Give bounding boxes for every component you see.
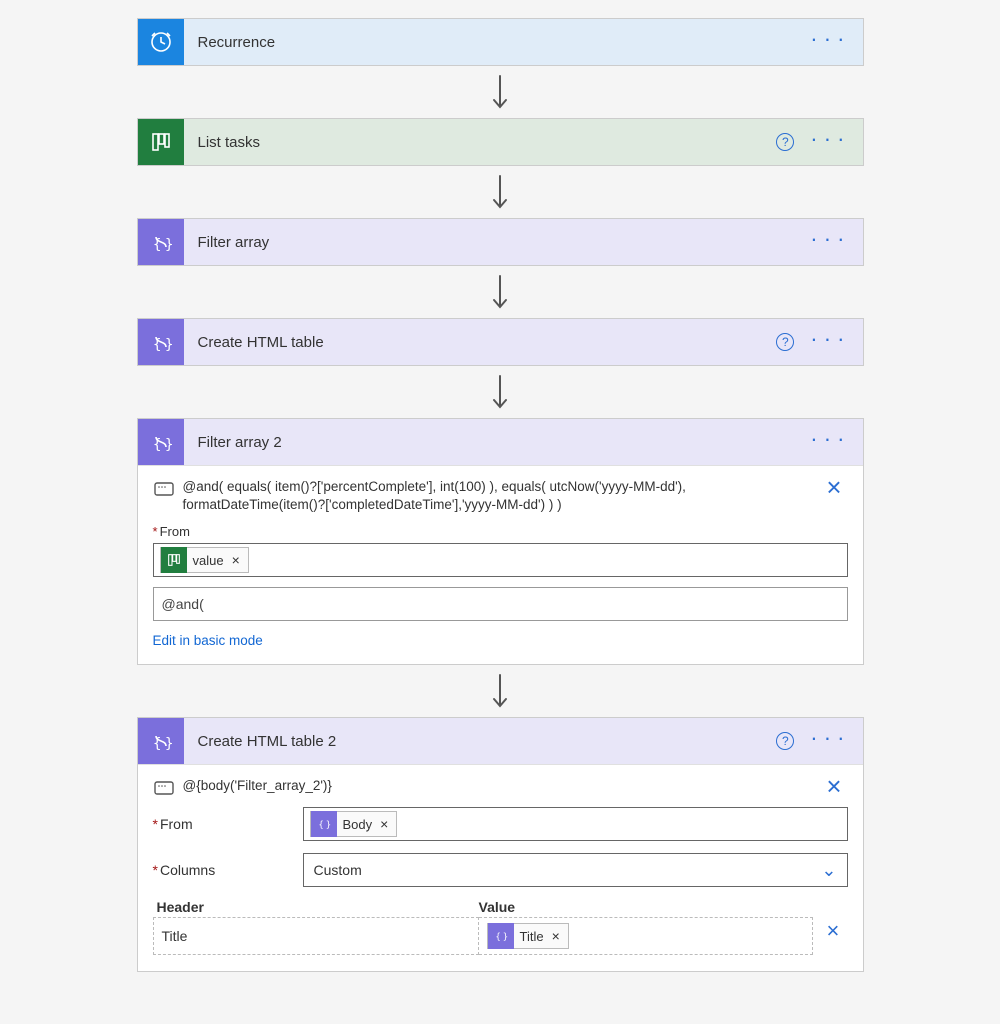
arrow-connector	[0, 266, 1000, 318]
ellipsis-icon[interactable]: · · ·	[810, 134, 844, 150]
svg-text:}: }	[165, 237, 173, 253]
step-title: Filter array	[184, 234, 811, 251]
arrow-connector	[0, 166, 1000, 218]
step-header-filter-array[interactable]: { } Filter array · · ·	[138, 219, 863, 265]
step-recurrence[interactable]: Recurrence · · ·	[137, 18, 864, 66]
from-label: From	[153, 524, 848, 539]
header-label: Header	[153, 899, 479, 915]
clock-icon	[138, 19, 184, 65]
step-title: Create HTML table 2	[184, 733, 777, 750]
svg-text:{: {	[153, 437, 161, 453]
planner-icon	[161, 547, 187, 573]
step-title: Filter array 2	[184, 434, 811, 451]
token-remove-icon[interactable]: ×	[550, 928, 568, 944]
peek-icon	[153, 480, 173, 498]
columns-table-header: Header Value	[153, 899, 848, 917]
svg-text:{: {	[153, 736, 161, 752]
chevron-down-icon: ⌄	[821, 860, 836, 881]
close-icon[interactable]: ×	[820, 478, 847, 496]
step-header-recurrence[interactable]: Recurrence · · ·	[138, 19, 863, 65]
svg-text:}: }	[165, 736, 173, 752]
arrow-connector	[0, 366, 1000, 418]
token-title[interactable]: { } Title ×	[487, 923, 569, 949]
step-body-create-html-table-2: @{body('Filter_array_2')} × From { }	[138, 764, 863, 971]
flow-designer-canvas: Recurrence · · · List tasks ? · · ·	[0, 0, 1000, 972]
token-value[interactable]: value ×	[160, 547, 249, 573]
token-label: Body	[337, 817, 379, 832]
help-icon[interactable]: ?	[776, 732, 794, 750]
close-icon[interactable]: ×	[820, 777, 847, 795]
columns-select[interactable]: Custom ⌄	[303, 853, 848, 887]
svg-text:{: {	[318, 821, 323, 831]
token-body[interactable]: { } Body ×	[310, 811, 398, 837]
token-label: value	[187, 553, 230, 568]
svg-text:{: {	[153, 237, 161, 253]
from-input[interactable]: value ×	[153, 543, 848, 577]
data-operation-icon: { }	[138, 419, 184, 465]
svg-text:{: {	[153, 337, 161, 353]
token-label: Title	[514, 929, 550, 944]
svg-text:}: }	[165, 337, 173, 353]
data-operation-icon: { }	[138, 219, 184, 265]
svg-text:}: }	[165, 437, 173, 453]
columns-row: Title { } Title × ×	[153, 917, 848, 955]
value-cell-input[interactable]: { } Title ×	[479, 917, 813, 955]
step-filter-array[interactable]: { } Filter array · · ·	[137, 218, 864, 266]
ellipsis-icon[interactable]: · · ·	[810, 334, 844, 350]
data-operation-icon: { }	[488, 923, 514, 949]
from-label: From	[153, 816, 303, 832]
planner-icon	[138, 119, 184, 165]
expression-text: @and(	[160, 593, 206, 615]
step-title: Recurrence	[184, 34, 811, 51]
step-create-html-table-2: { } Create HTML table 2 ? · · · @{body('…	[137, 717, 864, 972]
step-list-tasks[interactable]: List tasks ? · · ·	[137, 118, 864, 166]
svg-text:{: {	[495, 933, 500, 943]
svg-text:}: }	[502, 933, 507, 943]
step-create-html-table[interactable]: { } Create HTML table ? · · ·	[137, 318, 864, 366]
data-operation-icon: { }	[311, 811, 337, 837]
help-icon[interactable]: ?	[776, 133, 794, 151]
columns-label: Columns	[153, 862, 303, 878]
peek-icon	[153, 779, 173, 797]
svg-text:}: }	[325, 821, 330, 831]
step-body-filter-array-2: @and( equals( item()?['percentComplete']…	[138, 465, 863, 664]
header-cell-text: Title	[162, 928, 188, 944]
edit-basic-mode-link[interactable]: Edit in basic mode	[153, 633, 263, 648]
header-cell-input[interactable]: Title	[153, 917, 479, 955]
step-filter-array-2: { } Filter array 2 · · · @and( equals( i…	[137, 418, 864, 665]
step-title: List tasks	[184, 134, 777, 151]
filter-expression-input[interactable]: @and(	[153, 587, 848, 621]
arrow-connector	[0, 665, 1000, 717]
arrow-connector	[0, 66, 1000, 118]
step-header-filter-array-2[interactable]: { } Filter array 2 · · ·	[138, 419, 863, 465]
help-icon[interactable]: ?	[776, 333, 794, 351]
data-operation-icon: { }	[138, 319, 184, 365]
token-remove-icon[interactable]: ×	[230, 552, 248, 568]
peek-expression: @and( equals( item()?['percentComplete']…	[183, 478, 811, 514]
step-header-list-tasks[interactable]: List tasks ? · · ·	[138, 119, 863, 165]
ellipsis-icon[interactable]: · · ·	[810, 434, 844, 450]
columns-value: Custom	[314, 862, 362, 878]
step-header-create-html-table-2[interactable]: { } Create HTML table 2 ? · · ·	[138, 718, 863, 764]
ellipsis-icon[interactable]: · · ·	[810, 733, 844, 749]
ellipsis-icon[interactable]: · · ·	[810, 234, 844, 250]
delete-row-icon[interactable]: ×	[813, 917, 844, 955]
from-input[interactable]: { } Body ×	[303, 807, 848, 841]
data-operation-icon: { }	[138, 718, 184, 764]
value-label: Value	[479, 899, 848, 915]
token-remove-icon[interactable]: ×	[378, 816, 396, 832]
step-header-create-html-table[interactable]: { } Create HTML table ? · · ·	[138, 319, 863, 365]
step-title: Create HTML table	[184, 334, 777, 351]
peek-expression: @{body('Filter_array_2')}	[183, 777, 811, 795]
ellipsis-icon[interactable]: · · ·	[810, 34, 844, 50]
